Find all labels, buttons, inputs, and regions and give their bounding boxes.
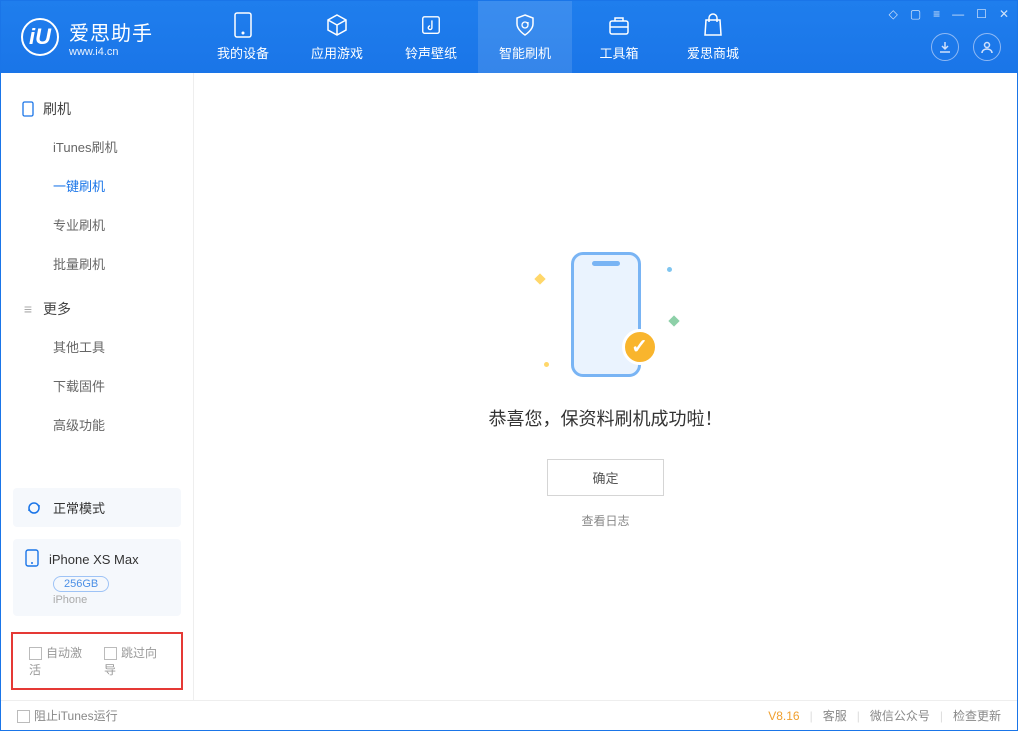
tab-label: 铃声壁纸 xyxy=(405,43,457,62)
tab-smart-flash[interactable]: 智能刷机 xyxy=(478,1,572,73)
app-logo-icon: iU xyxy=(21,18,59,56)
window-controls: ◇ ▢ ≡ — ☐ ✕ xyxy=(889,7,1009,21)
sidebar-header-label: 更多 xyxy=(43,299,71,319)
checkbox-auto-activate[interactable]: 自动激活 xyxy=(29,644,90,678)
list-icon: ≡ xyxy=(21,302,35,316)
tab-apps-games[interactable]: 应用游戏 xyxy=(290,1,384,73)
view-log-link[interactable]: 查看日志 xyxy=(581,512,629,529)
flash-options-row: 自动激活 跳过向导 xyxy=(11,632,183,690)
header-right-icons xyxy=(931,33,1001,61)
main-content: ✓ 恭喜您，保资料刷机成功啦！ 确定 查看日志 xyxy=(194,73,1017,700)
sidebar-item-itunes-flash[interactable]: iTunes刷机 xyxy=(1,127,193,166)
tab-label: 应用游戏 xyxy=(311,43,363,62)
device-name: iPhone XS Max xyxy=(49,552,139,567)
mode-card[interactable]: 正常模式 xyxy=(13,488,181,527)
footer: 阻止iTunes运行 V8.16 | 客服 | 微信公众号 | 检查更新 xyxy=(1,700,1017,730)
sidebar-item-batch-flash[interactable]: 批量刷机 xyxy=(1,244,193,283)
sidebar-header-label: 刷机 xyxy=(43,99,71,119)
device-type: iPhone xyxy=(53,594,169,606)
tab-label: 工具箱 xyxy=(599,43,638,62)
sidebar: 刷机 iTunes刷机 一键刷机 专业刷机 批量刷机 ≡ 更多 其他工具 下载固… xyxy=(1,73,194,700)
dot-icon xyxy=(544,362,549,367)
phone-small-icon xyxy=(21,102,35,116)
ok-button[interactable]: 确定 xyxy=(547,459,663,496)
checkmark-badge-icon: ✓ xyxy=(622,329,658,365)
sidebar-header-more[interactable]: ≡ 更多 xyxy=(1,291,193,327)
sync-icon xyxy=(25,499,43,517)
tab-label: 智能刷机 xyxy=(499,43,551,62)
tab-label: 爱思商城 xyxy=(687,43,739,62)
success-message: 恭喜您，保资料刷机成功啦！ xyxy=(489,405,723,431)
sidebar-item-other-tools[interactable]: 其他工具 xyxy=(1,327,193,366)
sidebar-section-more: ≡ 更多 其他工具 下载固件 高级功能 xyxy=(1,291,193,444)
device-card[interactable]: iPhone XS Max 256GB iPhone xyxy=(13,539,181,616)
sparkle-icon xyxy=(668,315,679,326)
top-tabs: 我的设备 应用游戏 铃声壁纸 智能刷机 工具箱 爱思商城 xyxy=(196,1,760,73)
toolbox-icon xyxy=(607,13,631,37)
mode-label: 正常模式 xyxy=(53,498,105,517)
close-button[interactable]: ✕ xyxy=(999,7,1009,21)
tab-ringtone-wallpaper[interactable]: 铃声壁纸 xyxy=(384,1,478,73)
shirt-icon[interactable]: ◇ xyxy=(889,7,898,21)
menu-icon[interactable]: ≡ xyxy=(933,7,940,21)
tab-toolbox[interactable]: 工具箱 xyxy=(572,1,666,73)
sparkle-icon xyxy=(534,273,545,284)
download-button[interactable] xyxy=(931,33,959,61)
sidebar-item-advanced[interactable]: 高级功能 xyxy=(1,405,193,444)
lock-icon[interactable]: ▢ xyxy=(910,7,921,21)
logo[interactable]: iU 爱思助手 www.i4.cn xyxy=(1,17,196,58)
titlebar: iU 爱思助手 www.i4.cn 我的设备 应用游戏 铃声壁纸 智能刷机 xyxy=(1,1,1017,73)
shield-sync-icon xyxy=(513,13,537,37)
user-button[interactable] xyxy=(973,33,1001,61)
checkbox-block-itunes[interactable]: 阻止iTunes运行 xyxy=(17,707,118,724)
sidebar-item-pro-flash[interactable]: 专业刷机 xyxy=(1,205,193,244)
footer-link-wechat[interactable]: 微信公众号 xyxy=(870,707,930,724)
version-label: V8.16 xyxy=(768,709,799,723)
device-phone-icon xyxy=(25,549,39,570)
sidebar-header-flash[interactable]: 刷机 xyxy=(1,91,193,127)
phone-icon xyxy=(231,13,255,37)
cube-icon xyxy=(325,13,349,37)
sidebar-item-oneclick-flash[interactable]: 一键刷机 xyxy=(1,166,193,205)
success-illustration: ✓ xyxy=(506,245,706,385)
app-url: www.i4.cn xyxy=(69,46,153,58)
tab-store[interactable]: 爱思商城 xyxy=(666,1,760,73)
music-note-icon xyxy=(419,13,443,37)
dot-icon xyxy=(667,267,672,272)
sidebar-item-download-firmware[interactable]: 下载固件 xyxy=(1,366,193,405)
tab-label: 我的设备 xyxy=(217,43,269,62)
app-name: 爱思助手 xyxy=(69,17,153,46)
device-storage: 256GB xyxy=(53,576,109,592)
footer-link-support[interactable]: 客服 xyxy=(823,707,847,724)
app-title: 爱思助手 www.i4.cn xyxy=(69,17,153,58)
sidebar-section-flash: 刷机 iTunes刷机 一键刷机 专业刷机 批量刷机 xyxy=(1,91,193,283)
maximize-button[interactable]: ☐ xyxy=(976,7,987,21)
checkbox-skip-guide[interactable]: 跳过向导 xyxy=(104,644,165,678)
shopping-bag-icon xyxy=(701,13,725,37)
footer-link-update[interactable]: 检查更新 xyxy=(953,707,1001,724)
tab-my-device[interactable]: 我的设备 xyxy=(196,1,290,73)
minimize-button[interactable]: — xyxy=(952,7,964,21)
